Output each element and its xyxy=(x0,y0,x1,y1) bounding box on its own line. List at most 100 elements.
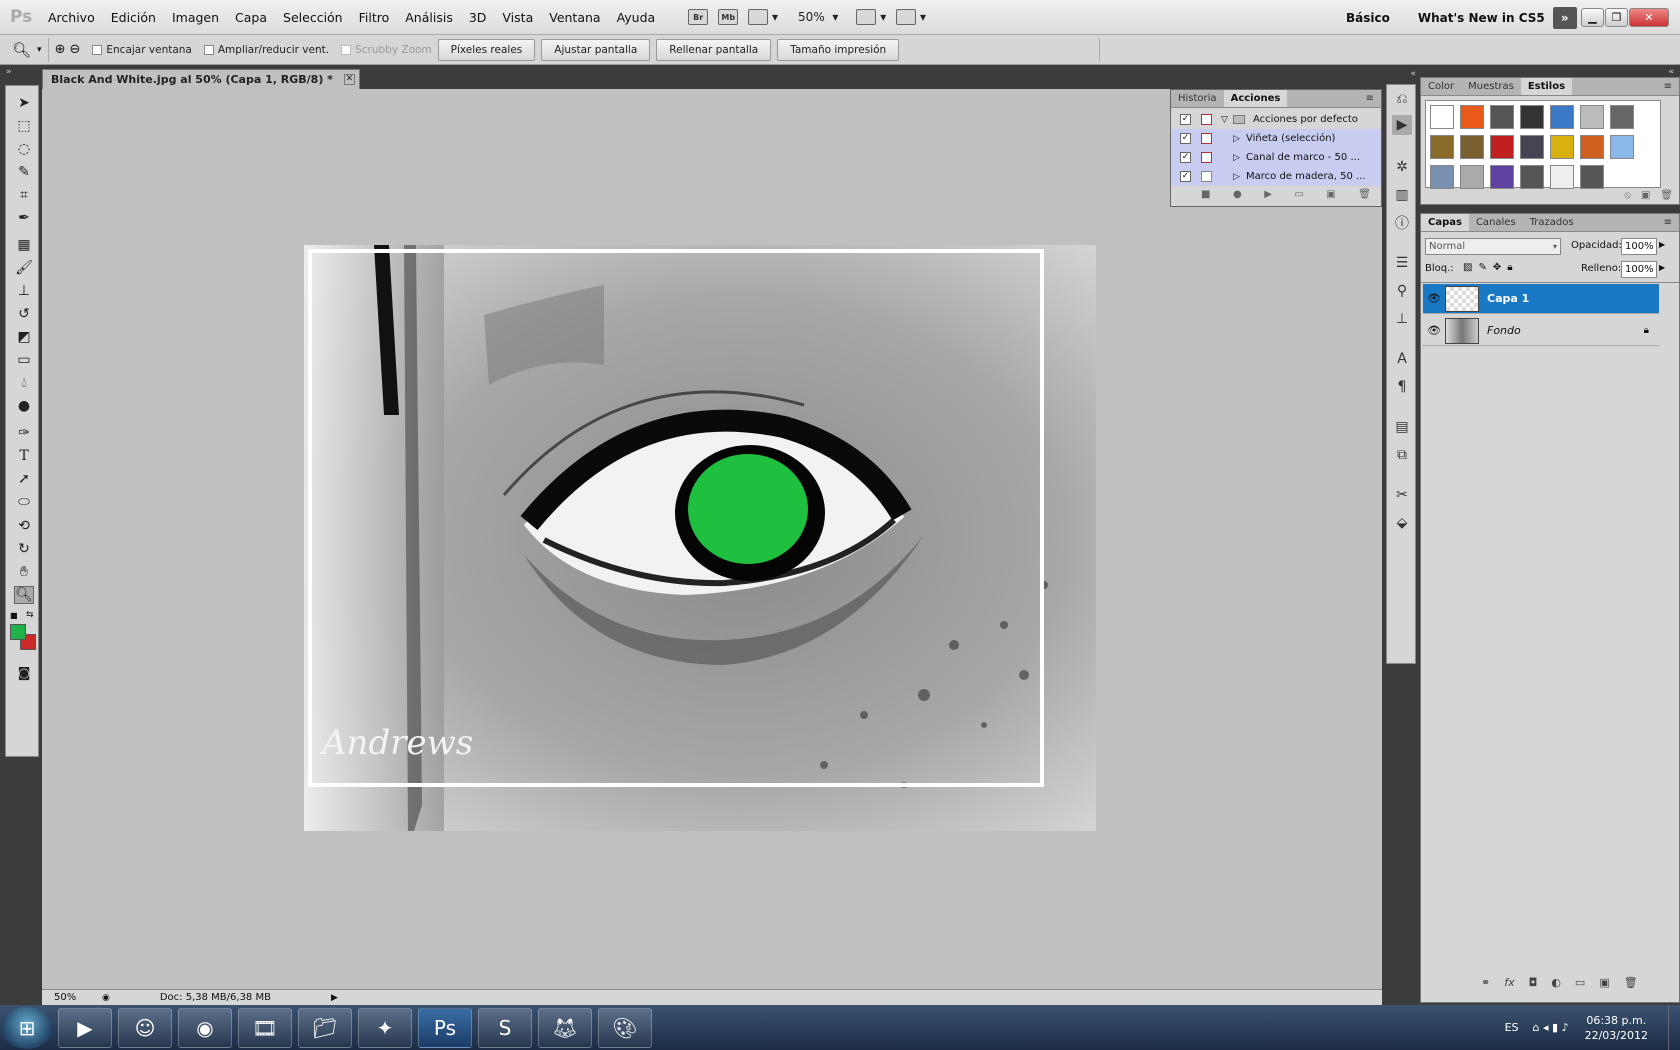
style-swatch[interactable] xyxy=(1430,105,1454,129)
link-layers-icon[interactable]: ⚭ xyxy=(1481,976,1490,989)
style-swatch[interactable] xyxy=(1610,135,1634,159)
menu-3d[interactable]: 3D xyxy=(461,0,495,35)
menu-seleccion[interactable]: Selección xyxy=(275,0,351,35)
dialog-toggle-icon[interactable] xyxy=(1201,133,1212,144)
toolbox-collapse-icon[interactable]: » xyxy=(6,67,12,77)
close-document-icon[interactable]: ✕ xyxy=(343,74,355,85)
new-action-icon[interactable]: ▣ xyxy=(1326,189,1335,200)
layer-row-capa-1[interactable]: 👁︎ Capa 1 xyxy=(1423,284,1659,314)
lock-pixels-icon[interactable]: ✎ xyxy=(1478,262,1486,273)
crop-tool-icon[interactable]: ⌗ xyxy=(14,186,34,204)
style-swatch[interactable] xyxy=(1490,105,1514,129)
style-swatch[interactable] xyxy=(1490,135,1514,159)
dialog-toggle-icon[interactable] xyxy=(1201,152,1212,163)
right-dock-collapse-icon[interactable]: « xyxy=(1668,67,1674,77)
collapse-arrow-icon[interactable]: ▷ xyxy=(1233,134,1240,144)
menu-edicion[interactable]: Edición xyxy=(103,0,164,35)
explorer-taskbar-icon[interactable]: 📁︎ xyxy=(298,1007,352,1048)
adjustments-panel-icon[interactable]: ☰ xyxy=(1392,253,1412,273)
media-player-taskbar-icon[interactable]: ▶ xyxy=(58,1007,112,1048)
info-panel-icon[interactable]: ⓘ xyxy=(1392,213,1412,233)
navigator-panel-icon[interactable]: ✲ xyxy=(1392,157,1412,177)
arrange-documents-button[interactable]: ▾ xyxy=(855,6,887,28)
panel-menu-icon[interactable]: ≡ xyxy=(1657,214,1679,231)
quick-mask-icon[interactable]: ◙ xyxy=(14,664,34,682)
3d-panel-icon[interactable]: ⬙ xyxy=(1392,513,1412,533)
foreground-color-swatch[interactable] xyxy=(10,624,26,640)
action-set-row[interactable]: ✓ ▽ Acciones por defecto xyxy=(1171,110,1381,129)
layer-name[interactable]: Fondo xyxy=(1487,324,1521,337)
menu-capa[interactable]: Capa xyxy=(227,0,275,35)
quick-selection-tool-icon[interactable]: ✎ xyxy=(14,163,34,181)
app-taskbar-icon[interactable]: ✦ xyxy=(358,1007,412,1048)
ajustar-pantalla-button[interactable]: Ajustar pantalla xyxy=(541,38,651,61)
scrubby-zoom-checkbox[interactable]: Scrubby Zoom xyxy=(341,44,432,56)
fill-slider-arrow-icon[interactable]: ▶ xyxy=(1659,263,1665,272)
style-swatch[interactable] xyxy=(1580,105,1604,129)
opacity-input[interactable]: 100% xyxy=(1621,238,1657,255)
style-swatch[interactable] xyxy=(1460,105,1484,129)
stop-icon[interactable]: ■ xyxy=(1201,189,1210,200)
brush-tool-icon[interactable]: 🖌︎ xyxy=(14,259,34,277)
style-swatch[interactable] xyxy=(1550,135,1574,159)
firefox-taskbar-icon[interactable]: 🦊︎ xyxy=(538,1007,592,1048)
tab-acciones[interactable]: Acciones xyxy=(1223,90,1288,107)
histogram-panel-icon[interactable]: ▥ xyxy=(1392,185,1412,205)
lock-transparency-icon[interactable]: ▨ xyxy=(1463,262,1472,273)
3d-orbit-tool-icon[interactable]: ↻ xyxy=(14,540,34,558)
clone-stamp-tool-icon[interactable]: ⊥ xyxy=(14,282,34,300)
move-tool-icon[interactable]: ➤ xyxy=(14,94,34,112)
tab-capas[interactable]: Capas xyxy=(1421,214,1469,231)
mini-bridge-button[interactable]: Mb xyxy=(717,6,739,28)
delete-layer-icon[interactable]: 🗑︎ xyxy=(1624,976,1638,989)
messenger-taskbar-icon[interactable]: ☺ xyxy=(118,1007,172,1048)
visibility-eye-icon[interactable]: 👁︎ xyxy=(1427,324,1441,337)
paint-taskbar-icon[interactable]: 🎨︎ xyxy=(598,1007,652,1048)
healing-brush-tool-icon[interactable]: ▦ xyxy=(14,236,34,254)
delete-icon[interactable]: 🗑︎ xyxy=(1358,189,1371,200)
clock[interactable]: 06:38 p.m. 22/03/2012 xyxy=(1585,1013,1648,1043)
layer-row-fondo[interactable]: 👁︎ Fondo 🔒︎ xyxy=(1423,316,1659,346)
action-checked-icon[interactable]: ✓ xyxy=(1180,171,1191,182)
menu-ventana[interactable]: Ventana xyxy=(541,0,608,35)
photoshop-taskbar-icon[interactable]: Ps xyxy=(418,1007,472,1048)
blend-mode-select[interactable]: Normal ▾ xyxy=(1425,238,1561,255)
status-zoom[interactable]: 50% xyxy=(42,992,92,1003)
new-group-icon[interactable]: ▭ xyxy=(1575,976,1585,989)
dodge-tool-icon[interactable]: ● xyxy=(14,397,34,415)
action-checked-icon[interactable]: ✓ xyxy=(1180,133,1191,144)
workspace-whats-new[interactable]: What's New in CS5 xyxy=(1418,11,1545,25)
hand-tool-icon[interactable]: ✋︎ xyxy=(14,563,34,581)
ellipse-tool-icon[interactable]: ⬭ xyxy=(14,493,34,511)
style-swatch[interactable] xyxy=(1610,105,1634,129)
layer-comps-panel-icon[interactable]: ⧉ xyxy=(1392,445,1412,465)
tray-icons[interactable]: ⌂ ◂ ▮ ♪ xyxy=(1533,1021,1569,1034)
tab-color[interactable]: Color xyxy=(1421,78,1461,95)
history-brush-tool-icon[interactable]: ↺ xyxy=(14,305,34,323)
eraser-tool-icon[interactable]: ◩ xyxy=(14,328,34,346)
action-checked-icon[interactable]: ✓ xyxy=(1180,152,1191,163)
visibility-eye-icon[interactable]: 👁︎ xyxy=(1427,292,1441,305)
tamano-impresion-button[interactable]: Tamaño impresión xyxy=(777,38,900,61)
action-row[interactable]: ✓ ▷ Viñeta (selección) xyxy=(1171,129,1381,148)
tool-preset-dropdown[interactable]: ▾ xyxy=(37,45,42,55)
pixeles-reales-button[interactable]: Píxeles reales xyxy=(437,38,536,61)
document-canvas[interactable]: Andrews xyxy=(42,89,1382,989)
tab-estilos[interactable]: Estilos xyxy=(1520,78,1573,95)
status-menu-arrow-icon[interactable]: ▶ xyxy=(331,993,338,1003)
fill-input[interactable]: 100% xyxy=(1621,261,1657,278)
panel-menu-icon[interactable]: ≡ xyxy=(1359,90,1381,107)
chrome-taskbar-icon[interactable]: ◉ xyxy=(178,1007,232,1048)
swap-colors-icon[interactable]: ⇆ xyxy=(26,610,34,620)
rellenar-pantalla-button[interactable]: Rellenar pantalla xyxy=(656,38,772,61)
tool-presets-panel-icon[interactable]: ✂ xyxy=(1392,485,1412,505)
new-style-icon[interactable]: ▣ xyxy=(1641,190,1650,201)
style-swatch[interactable] xyxy=(1460,165,1484,189)
language-indicator[interactable]: ES xyxy=(1505,1021,1519,1034)
encajar-ventana-checkbox[interactable]: Encajar ventana xyxy=(92,44,192,56)
zoom-tool-icon[interactable]: 🔍︎ xyxy=(14,586,34,604)
status-info-icon[interactable]: ◉ xyxy=(102,993,110,1003)
panel-menu-icon[interactable]: ≡ xyxy=(1657,78,1679,95)
notes-panel-icon[interactable]: ▤ xyxy=(1392,417,1412,437)
actions-panel-icon[interactable]: ▶ xyxy=(1392,115,1412,135)
